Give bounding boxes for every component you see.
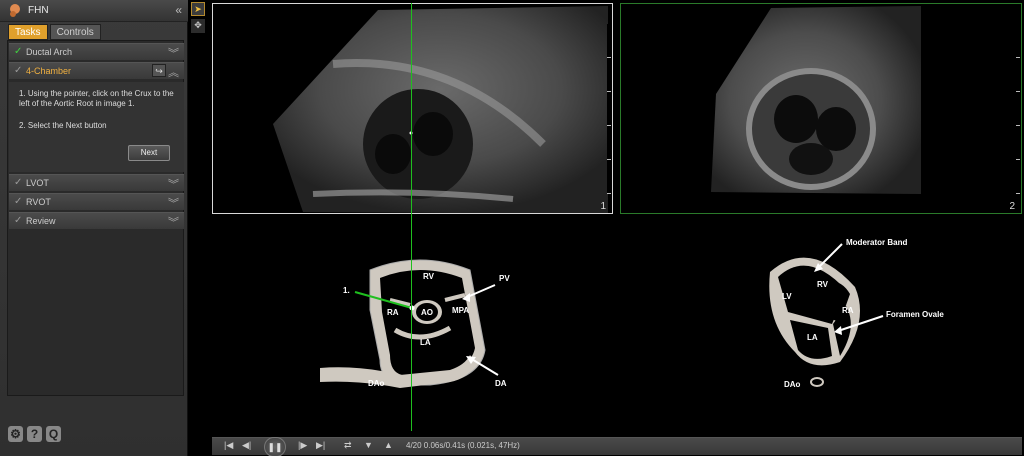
panel-tabs: Tasks Controls	[8, 24, 103, 40]
task-label: RVOT	[26, 197, 51, 207]
next-frame-icon[interactable]: |▶	[298, 440, 307, 451]
instruction-step-2: 2. Select the Next button	[19, 121, 107, 130]
label-foramen-ovale: Foramen Ovale	[886, 310, 944, 319]
viewport-number: 1	[600, 201, 606, 212]
last-frame-icon[interactable]: ▶|	[316, 440, 325, 451]
task-ductal-arch[interactable]: ✓ Ductal Arch ︾	[9, 43, 184, 60]
tab-controls[interactable]: Controls	[49, 24, 101, 40]
panel-titlebar: FHN «	[0, 0, 188, 22]
label-rv: RV	[817, 280, 828, 289]
expand-icon[interactable]: ︾	[168, 214, 179, 230]
settings-icon[interactable]: ⚙	[8, 426, 23, 442]
label-dao: DAo	[784, 380, 801, 389]
frame-info: 4/20 0.06s/0.41s (0.021s, 47Hz)	[406, 441, 520, 450]
expand-icon[interactable]: ︾	[168, 195, 179, 211]
reference-diagram-3vt: 1. RV PV RA AO MPA LA DAo DA	[300, 250, 540, 410]
task-rvot[interactable]: ✓ RVOT ︾	[9, 193, 184, 210]
collapse-icon[interactable]: ︽	[168, 64, 179, 80]
label-lv: LV	[782, 292, 792, 301]
check-icon: ✓	[14, 46, 23, 57]
pan-tool-icon[interactable]: ✥	[191, 19, 205, 33]
pointer-tool-icon[interactable]: ➤	[191, 2, 205, 16]
playback-bar: |◀ ◀| ❚❚ |▶ ▶| ⇄ ▼ ▲ 4/20 0.06s/0.41s (0…	[212, 437, 1022, 456]
tab-tasks[interactable]: Tasks	[8, 24, 48, 40]
task-label: Ductal Arch	[26, 47, 73, 57]
crosshair-line	[411, 3, 412, 431]
label-moderator-band: Moderator Band	[846, 238, 908, 247]
label-la: LA	[420, 338, 431, 347]
label-pv: PV	[499, 274, 510, 283]
reference-diagram-4-chamber: Moderator Band LV RV RA Foramen Ovale LA…	[740, 232, 980, 392]
depth-scale	[607, 24, 611, 194]
slower-icon[interactable]: ▼	[364, 440, 373, 450]
task-label: 4-Chamber	[26, 66, 72, 76]
ultrasound-image-2	[711, 6, 921, 194]
expand-icon[interactable]: ︾	[168, 176, 179, 192]
marker-label: 1.	[343, 286, 350, 295]
pointer-action-icon[interactable]: ↪	[152, 64, 166, 77]
task-lvot[interactable]: ✓ LVOT ︾	[9, 174, 184, 191]
faster-icon[interactable]: ▲	[384, 440, 393, 450]
ultrasound-image-1	[273, 6, 608, 213]
instruction-step-1: 1. Using the pointer, click on the Crux …	[19, 89, 174, 108]
check-icon: ✓	[14, 215, 23, 226]
tasks-list: ✓ Ductal Arch ︾ ✓ 4-Chamber ↪ ︽ 1. Using…	[7, 40, 184, 396]
label-rv: RV	[423, 272, 434, 281]
task-label: LVOT	[26, 178, 49, 188]
image-viewport-2[interactable]: 2	[620, 3, 1022, 214]
label-dao: DAo	[368, 379, 385, 388]
label-ra: RA	[387, 308, 399, 317]
task-4-chamber[interactable]: ✓ 4-Chamber ↪ ︽	[9, 62, 184, 79]
loop-icon[interactable]: ⇄	[344, 440, 352, 451]
pause-button[interactable]: ❚❚	[264, 437, 286, 456]
fhn-logo-icon	[10, 4, 20, 17]
diagram-4-chamber-graphic	[769, 243, 884, 387]
expand-icon[interactable]: ︾	[168, 45, 179, 61]
label-da: DA	[495, 379, 507, 388]
label-ra: RA	[842, 306, 854, 315]
prev-frame-icon[interactable]: ◀|	[242, 440, 251, 451]
panel-title: FHN	[28, 5, 49, 16]
bottom-toolbar: ⚙ ? Q	[8, 426, 65, 442]
check-icon: ✓	[14, 196, 23, 207]
label-ao: AO	[421, 308, 433, 317]
task-review[interactable]: ✓ Review ︾	[9, 212, 184, 229]
search-icon[interactable]: Q	[46, 426, 61, 442]
collapse-panel-icon[interactable]: «	[175, 3, 182, 17]
help-icon[interactable]: ?	[27, 426, 42, 442]
label-mpa: MPA	[452, 306, 470, 315]
label-la: LA	[807, 333, 818, 342]
viewport-number: 2	[1009, 201, 1015, 212]
depth-scale	[1016, 24, 1020, 194]
first-frame-icon[interactable]: |◀	[224, 440, 233, 451]
task-instructions: 1. Using the pointer, click on the Crux …	[9, 82, 184, 172]
check-icon: ✓	[14, 65, 23, 76]
image-viewport-1[interactable]: 1	[212, 3, 613, 214]
task-label: Review	[26, 216, 56, 226]
left-panel: FHN « Tasks Controls ✓ Ductal Arch ︾ ✓ 4…	[0, 0, 188, 456]
next-button[interactable]: Next	[128, 145, 170, 161]
check-icon: ✓	[14, 177, 23, 188]
